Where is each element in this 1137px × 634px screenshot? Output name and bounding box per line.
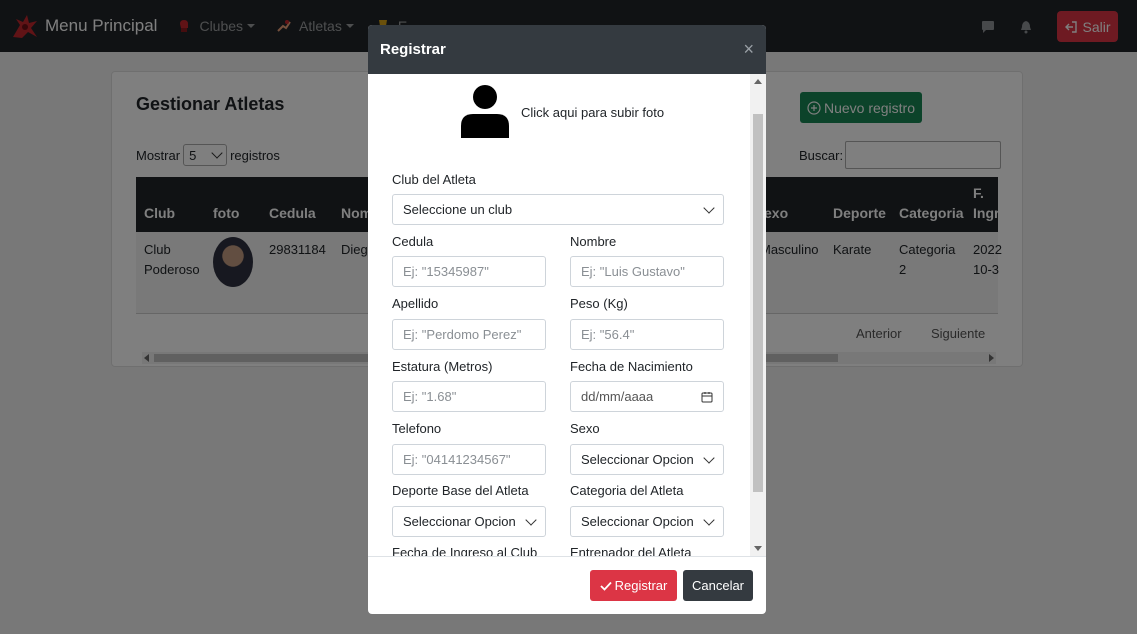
deporte-label: Deporte Base del Atleta — [392, 483, 529, 498]
cedula-input[interactable]: Ej: "15345987" — [392, 256, 546, 287]
nombre-input[interactable]: Ej: "Luis Gustavo" — [570, 256, 724, 287]
close-icon[interactable]: × — [743, 39, 754, 60]
entrenador-label: Entrenador del Atleta — [570, 545, 692, 556]
modal-footer: Registrar Cancelar — [368, 556, 766, 614]
register-modal: Registrar × Click aqui para subir foto C… — [368, 25, 766, 614]
photo-upload[interactable]: Click aqui para subir foto — [460, 84, 664, 140]
chevron-down-icon — [525, 513, 537, 526]
submit-button[interactable]: Registrar — [590, 570, 677, 601]
sexo-select[interactable]: Seleccionar Opcion — [570, 444, 724, 475]
categoria-label: Categoria del Atleta — [570, 483, 684, 498]
user-icon — [461, 85, 509, 138]
estatura-input[interactable]: Ej: "1.68" — [392, 381, 546, 412]
scroll-up-icon[interactable] — [754, 79, 762, 84]
fecha-nacimiento-label: Fecha de Nacimiento — [570, 359, 693, 374]
club-label: Club del Atleta — [392, 172, 476, 187]
chevron-down-icon — [703, 201, 715, 214]
calendar-icon[interactable] — [701, 391, 713, 403]
peso-label: Peso (Kg) — [570, 296, 628, 311]
apellido-label: Apellido — [392, 296, 439, 311]
apellido-input[interactable]: Ej: "Perdomo Perez" — [392, 319, 546, 350]
check-icon — [599, 581, 612, 591]
modal-body: Click aqui para subir foto Club del Atle… — [368, 74, 766, 556]
scroll-thumb[interactable] — [753, 114, 763, 492]
modal-scrollbar[interactable] — [750, 74, 766, 556]
modal-header: Registrar × — [368, 25, 766, 74]
scroll-down-icon[interactable] — [754, 546, 762, 551]
telefono-input[interactable]: Ej: "04141234567" — [392, 444, 546, 475]
telefono-label: Telefono — [392, 421, 442, 436]
photo-upload-label: Click aqui para subir foto — [521, 104, 665, 120]
estatura-label: Estatura (Metros) — [392, 359, 493, 374]
categoria-select[interactable]: Seleccionar Opcion — [570, 506, 724, 537]
cedula-label: Cedula — [392, 234, 434, 249]
sexo-label: Sexo — [570, 421, 600, 436]
fecha-nacimiento-input[interactable]: dd/mm/aaaa — [570, 381, 724, 412]
peso-input[interactable]: Ej: "56.4" — [570, 319, 724, 350]
modal-title: Registrar — [380, 41, 446, 58]
fecha-ingreso-label: Fecha de Ingreso al Club — [392, 545, 538, 556]
deporte-select[interactable]: Seleccionar Opcion — [392, 506, 546, 537]
club-select[interactable]: Seleccione un club — [392, 194, 724, 225]
submit-label: Registrar — [614, 578, 668, 593]
chevron-down-icon — [703, 513, 715, 526]
nombre-label: Nombre — [570, 234, 617, 249]
chevron-down-icon — [703, 451, 715, 464]
cancel-button[interactable]: Cancelar — [683, 570, 753, 601]
